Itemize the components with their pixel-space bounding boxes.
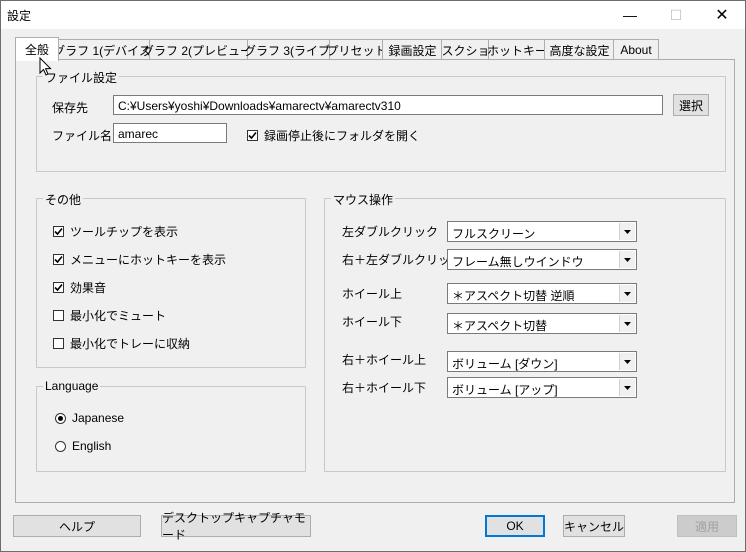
minimize-tray-label: 最小化でトレーに収納 [70, 337, 191, 351]
checkbox-box [247, 130, 258, 141]
apply-button[interactable]: 適用 [677, 515, 737, 537]
maximize-button[interactable]: ☐ [653, 1, 699, 29]
dropdown-arrow-icon [619, 379, 635, 396]
tab-recording[interactable]: 録画設定 [382, 39, 443, 60]
cancel-button[interactable]: キャンセル [563, 515, 625, 537]
tab-graph1[interactable]: グラフ 1(デバイス) [53, 39, 155, 60]
settings-window: 設定 — ☐ ✕ 全般 グラフ 1(デバイス) グラフ 2(プレビュー) グラフ… [0, 0, 746, 552]
minimize-mute-checkbox[interactable]: 最小化でミュート [53, 307, 166, 324]
radio-dot [55, 440, 66, 452]
mouse-row-label: ホイール上 [342, 287, 403, 301]
combo-value: フレーム無しウインドウ [452, 255, 584, 269]
mouse-cursor-icon [39, 57, 52, 76]
save-location-label: 保存先 [52, 101, 89, 115]
minimize-button[interactable]: — [607, 1, 653, 29]
checkbox-box [53, 310, 64, 321]
tooltip-label: ツールチップを表示 [70, 225, 179, 239]
dropdown-arrow-icon [619, 251, 635, 268]
tab-preset[interactable]: プリセット [327, 39, 387, 60]
filename-label: ファイル名 [52, 129, 113, 143]
language-group: Language Japanese English [36, 379, 306, 472]
english-label: English [72, 439, 112, 453]
tab-hotkey[interactable]: ホットキー [487, 39, 547, 60]
wheel-up-combo[interactable]: ＊アスペクト切替 逆順 [447, 283, 637, 304]
checkbox-box [53, 226, 64, 237]
tab-page-general: ファイル設定 保存先 C:¥Users¥yoshi¥Downloads¥amar… [15, 59, 735, 503]
other-group: その他 ツールチップを表示 メニューにホットキーを表示 効果音 最小化でミュート… [36, 191, 306, 368]
tab-screenshot[interactable]: スクショ [441, 39, 490, 60]
wheel-down-combo[interactable]: ＊アスペクト切替 [447, 313, 637, 334]
combo-value: ＊アスペクト切替 [452, 319, 548, 333]
browse-button[interactable]: 選択 [673, 94, 709, 116]
combo-value: ＊アスペクト切替 逆順 [452, 289, 575, 303]
dropdown-arrow-icon [619, 285, 635, 302]
checkbox-box [53, 282, 64, 293]
window-title: 設定 [7, 9, 32, 23]
save-path-field[interactable]: C:¥Users¥yoshi¥Downloads¥amarectv¥amarec… [113, 95, 663, 115]
close-button[interactable]: ✕ [699, 1, 745, 29]
japanese-radio[interactable]: Japanese [55, 411, 124, 425]
menu-hotkey-label: メニューにホットキーを表示 [70, 253, 227, 267]
japanese-label: Japanese [72, 411, 125, 425]
sound-effects-label: 効果音 [70, 281, 107, 295]
radio-dot [55, 412, 66, 424]
title-bar: 設定 — ☐ ✕ [1, 1, 745, 29]
mouse-row-label: 右＋左ダブルクリック [342, 253, 463, 267]
other-legend: その他 [43, 191, 84, 208]
mouse-row-label: 右＋ホイール下 [342, 381, 427, 395]
checkbox-box [53, 254, 64, 265]
mouse-group: マウス操作 左ダブルクリック フルスクリーン 右＋左ダブルクリック フレーム無し… [324, 191, 726, 472]
ok-button[interactable]: OK [485, 515, 545, 537]
minimize-tray-checkbox[interactable]: 最小化でトレーに収納 [53, 335, 190, 352]
right-left-double-click-combo[interactable]: フレーム無しウインドウ [447, 249, 637, 270]
tab-graph2[interactable]: グラフ 2(プレビュー) [142, 39, 256, 60]
sound-effects-checkbox[interactable]: 効果音 [53, 279, 106, 296]
checkbox-box [53, 338, 64, 349]
mouse-row-label: 右＋ホイール上 [342, 353, 427, 367]
right-wheel-down-combo[interactable]: ボリューム [アップ] [447, 377, 637, 398]
right-wheel-up-combo[interactable]: ボリューム [ダウン] [447, 351, 637, 372]
help-button[interactable]: ヘルプ [13, 515, 141, 537]
filename-field[interactable]: amarec [113, 123, 227, 143]
tab-graph3[interactable]: グラフ 3(ライブ) [244, 39, 334, 60]
mouse-row-label: 左ダブルクリック [342, 225, 439, 239]
combo-value: ボリューム [アップ] [452, 383, 558, 397]
menu-hotkey-checkbox[interactable]: メニューにホットキーを表示 [53, 251, 226, 268]
minimize-mute-label: 最小化でミュート [70, 309, 167, 323]
tab-advanced[interactable]: 高度な設定 [544, 39, 615, 60]
open-folder-label: 録画停止後にフォルダを開く [264, 129, 421, 143]
combo-value: ボリューム [ダウン] [452, 357, 558, 371]
dropdown-arrow-icon [619, 223, 635, 240]
file-settings-legend: ファイル設定 [43, 69, 120, 86]
tab-about[interactable]: About [613, 39, 659, 60]
language-legend: Language [43, 379, 101, 393]
english-radio[interactable]: English [55, 439, 111, 453]
file-settings-group: ファイル設定 保存先 C:¥Users¥yoshi¥Downloads¥amar… [36, 69, 726, 172]
left-double-click-combo[interactable]: フルスクリーン [447, 221, 637, 242]
open-folder-checkbox[interactable]: 録画停止後にフォルダを開く [247, 127, 420, 144]
mouse-legend: マウス操作 [331, 191, 396, 208]
desktop-capture-button[interactable]: デスクトップキャプチャモード [161, 511, 311, 542]
tooltip-checkbox[interactable]: ツールチップを表示 [53, 223, 178, 240]
dropdown-arrow-icon [619, 315, 635, 332]
combo-value: フルスクリーン [452, 227, 536, 241]
mouse-row-label: ホイール下 [342, 315, 403, 329]
dropdown-arrow-icon [619, 353, 635, 370]
